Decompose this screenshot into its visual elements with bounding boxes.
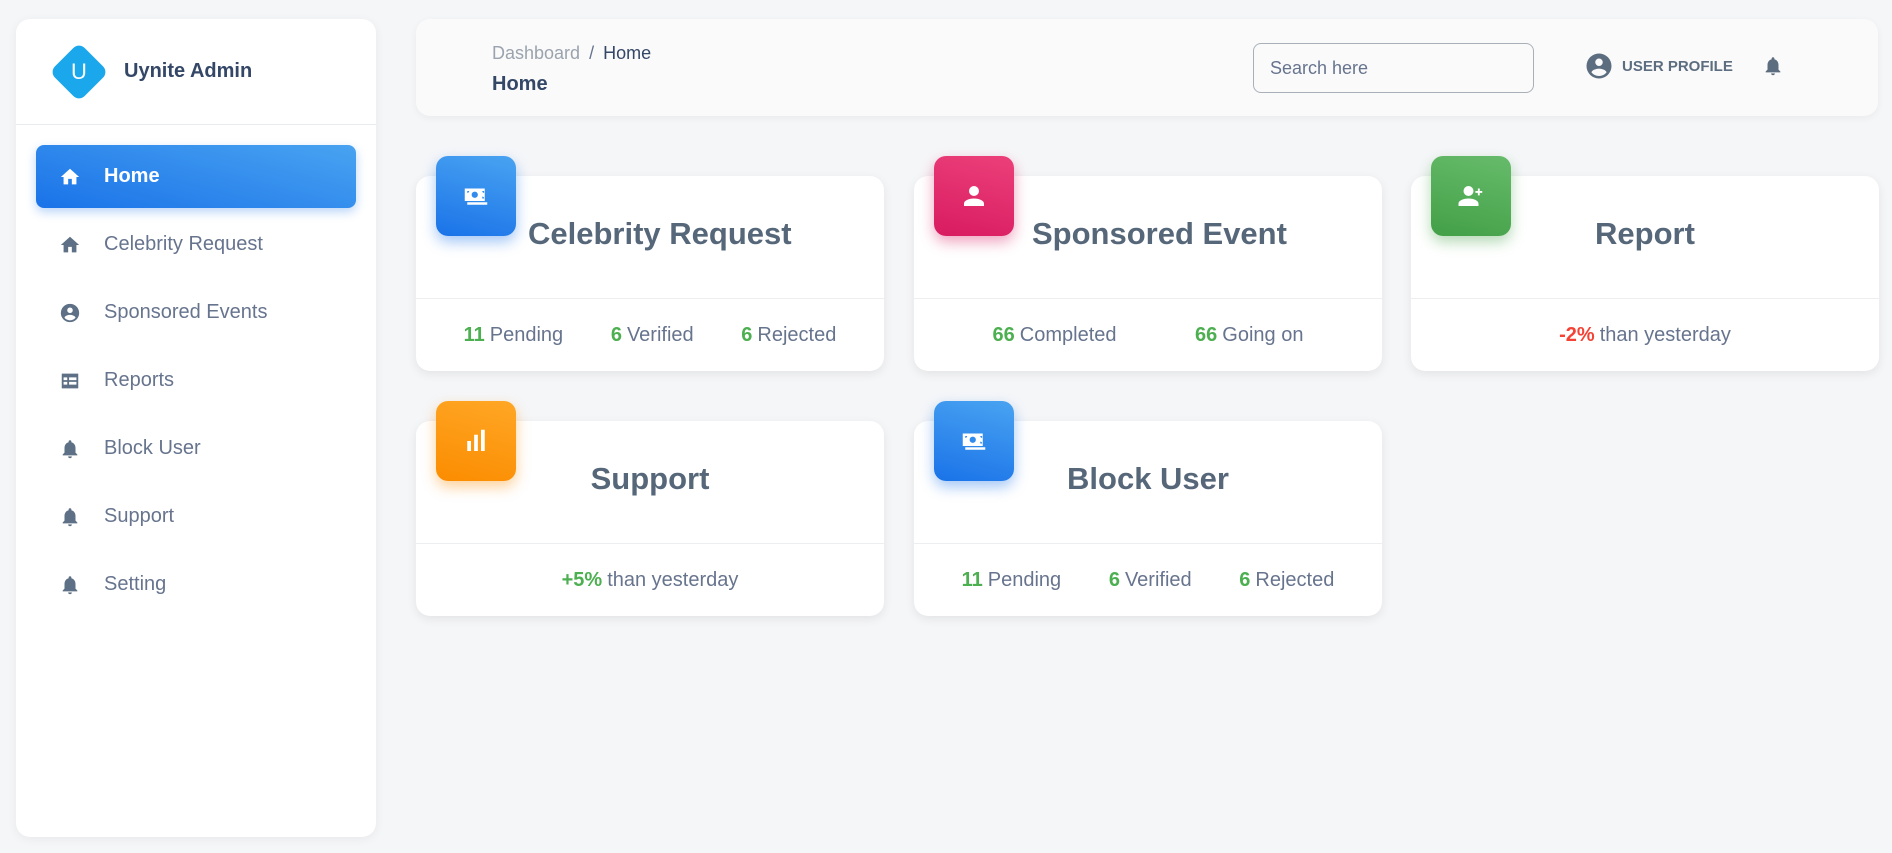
celebrity-request-card[interactable]: Celebrity Request 11 Pending 6 Verified 6R… xyxy=(416,156,884,371)
stat-rejected: 6 Rejected xyxy=(741,324,836,347)
sidebar-item-label: Sponsored Events xyxy=(104,301,268,323)
change-label: than yesterday xyxy=(607,568,739,591)
stat-rejected: 6 Rejected xyxy=(1239,569,1334,592)
sponsored-event-card[interactable]: Sponsored Event 66 Completed 66 Going on xyxy=(914,156,1382,371)
stat-number: 6 xyxy=(741,323,753,346)
report-card[interactable]: Report -2% than yesterday xyxy=(1411,156,1879,371)
brand[interactable]: U Uynite Admin xyxy=(16,19,376,125)
stat-number: 6 xyxy=(610,323,622,346)
card-change: -2% than yesterday xyxy=(1411,299,1879,371)
stat-label: Verified xyxy=(1124,568,1192,591)
card-stats: 66 Completed 66 Going on xyxy=(914,299,1382,371)
change-value: +5% xyxy=(561,568,603,591)
sidebar-nav: Home Celebrity Request Sponsored Events … xyxy=(16,125,376,641)
account-circle-icon xyxy=(1586,53,1612,79)
card-stats: 11 Pending 6 Verified 6 Rejected xyxy=(914,544,1382,616)
card-title: Sponsored Event xyxy=(1032,216,1287,251)
breadcrumb-current: Home xyxy=(603,43,652,63)
stat-number: 66 xyxy=(1195,323,1218,346)
sidebar-item-label: Home xyxy=(104,165,160,187)
breadcrumb-root-link[interactable]: Dashboard xyxy=(492,43,580,63)
stat-going-on: 66 Going on xyxy=(1195,324,1303,347)
stat-number: 66 xyxy=(992,323,1015,346)
change-label: than yesterday xyxy=(1599,323,1731,346)
stat-verified: 6 Verified xyxy=(1109,569,1192,592)
page-title: Home xyxy=(492,73,548,95)
search-input[interactable] xyxy=(1253,43,1534,93)
brand-name: Uynite Admin xyxy=(124,60,253,82)
account-circle-icon xyxy=(58,301,82,325)
top-navbar: Dashboard / Home Home USER PROFILE xyxy=(416,19,1878,116)
stat-label: Going on xyxy=(1222,323,1304,346)
stat-label: Pending xyxy=(489,323,564,346)
user-profile-button[interactable]: USER PROFILE xyxy=(1584,51,1733,81)
stat-label: Verified xyxy=(626,323,694,346)
sidebar-item-home[interactable]: Home xyxy=(36,145,356,208)
stat-number: 6 xyxy=(1108,568,1120,591)
sidebar-item-label: Setting xyxy=(104,573,167,595)
bell-icon xyxy=(58,573,82,597)
sidebar-item-label: Support xyxy=(104,505,175,527)
sidebar-item-label: Reports xyxy=(104,369,175,391)
notifications-bell-icon[interactable] xyxy=(1762,55,1786,79)
card-title: Report xyxy=(1595,216,1695,251)
sidebar-item-celebrity-request[interactable]: Celebrity Request xyxy=(36,213,356,276)
stat-completed: 66 Completed xyxy=(993,324,1117,347)
brand-logo-letter: U xyxy=(71,58,87,84)
brand-logo: U xyxy=(49,41,109,102)
sidebar-item-sponsored-events[interactable]: Sponsored Events xyxy=(36,281,356,344)
home-icon xyxy=(58,165,82,189)
sidebar-item-reports[interactable]: Reports xyxy=(36,349,356,412)
block-user-card[interactable]: Block User 11 Pending 6 Verified 6 Rejected xyxy=(914,401,1382,616)
stat-number: 11 xyxy=(463,323,485,346)
stat-pending: 11 Pending xyxy=(962,569,1062,592)
stat-pending: 11 Pending xyxy=(464,324,564,347)
card-title: Celebrity Request xyxy=(528,216,792,251)
user-profile-label: USER PROFILE xyxy=(1622,57,1733,75)
stat-number: 11 xyxy=(961,568,983,591)
person-icon xyxy=(934,156,1014,236)
card-title: Block User xyxy=(1067,461,1229,496)
stat-label: Pending xyxy=(987,568,1062,591)
card-title: Support xyxy=(590,461,710,496)
stat-label: Rejected xyxy=(1255,568,1335,591)
card-stats: 11 Pending 6 Verified 6 Rejected xyxy=(416,299,884,371)
stat-label: Rejected xyxy=(757,323,837,346)
sidebar-item-support[interactable]: Support xyxy=(36,485,356,548)
change-value: -2% xyxy=(1559,323,1595,346)
card-change: +5% than yesterday xyxy=(416,544,884,616)
breadcrumb: Dashboard / Home xyxy=(492,43,651,64)
sidebar-item-setting[interactable]: Setting xyxy=(36,553,356,616)
home-icon xyxy=(58,233,82,257)
support-card[interactable]: Support +5% than yesterday xyxy=(416,401,884,616)
sidebar-item-label: Block User xyxy=(104,437,201,459)
stat-number: 6 xyxy=(1239,568,1251,591)
sidebar: U Uynite Admin Home Celebrity Request Sp… xyxy=(16,19,376,837)
money-icon xyxy=(436,156,516,236)
stat-label: Completed xyxy=(1019,323,1117,346)
bell-icon xyxy=(58,437,82,461)
stat-verified: 6 Verified xyxy=(611,324,694,347)
sidebar-item-label: Celebrity Request xyxy=(104,233,263,255)
bell-icon xyxy=(58,505,82,529)
sidebar-item-block-user[interactable]: Block User xyxy=(36,417,356,480)
table-icon xyxy=(58,369,82,393)
breadcrumb-separator: / xyxy=(589,43,595,63)
